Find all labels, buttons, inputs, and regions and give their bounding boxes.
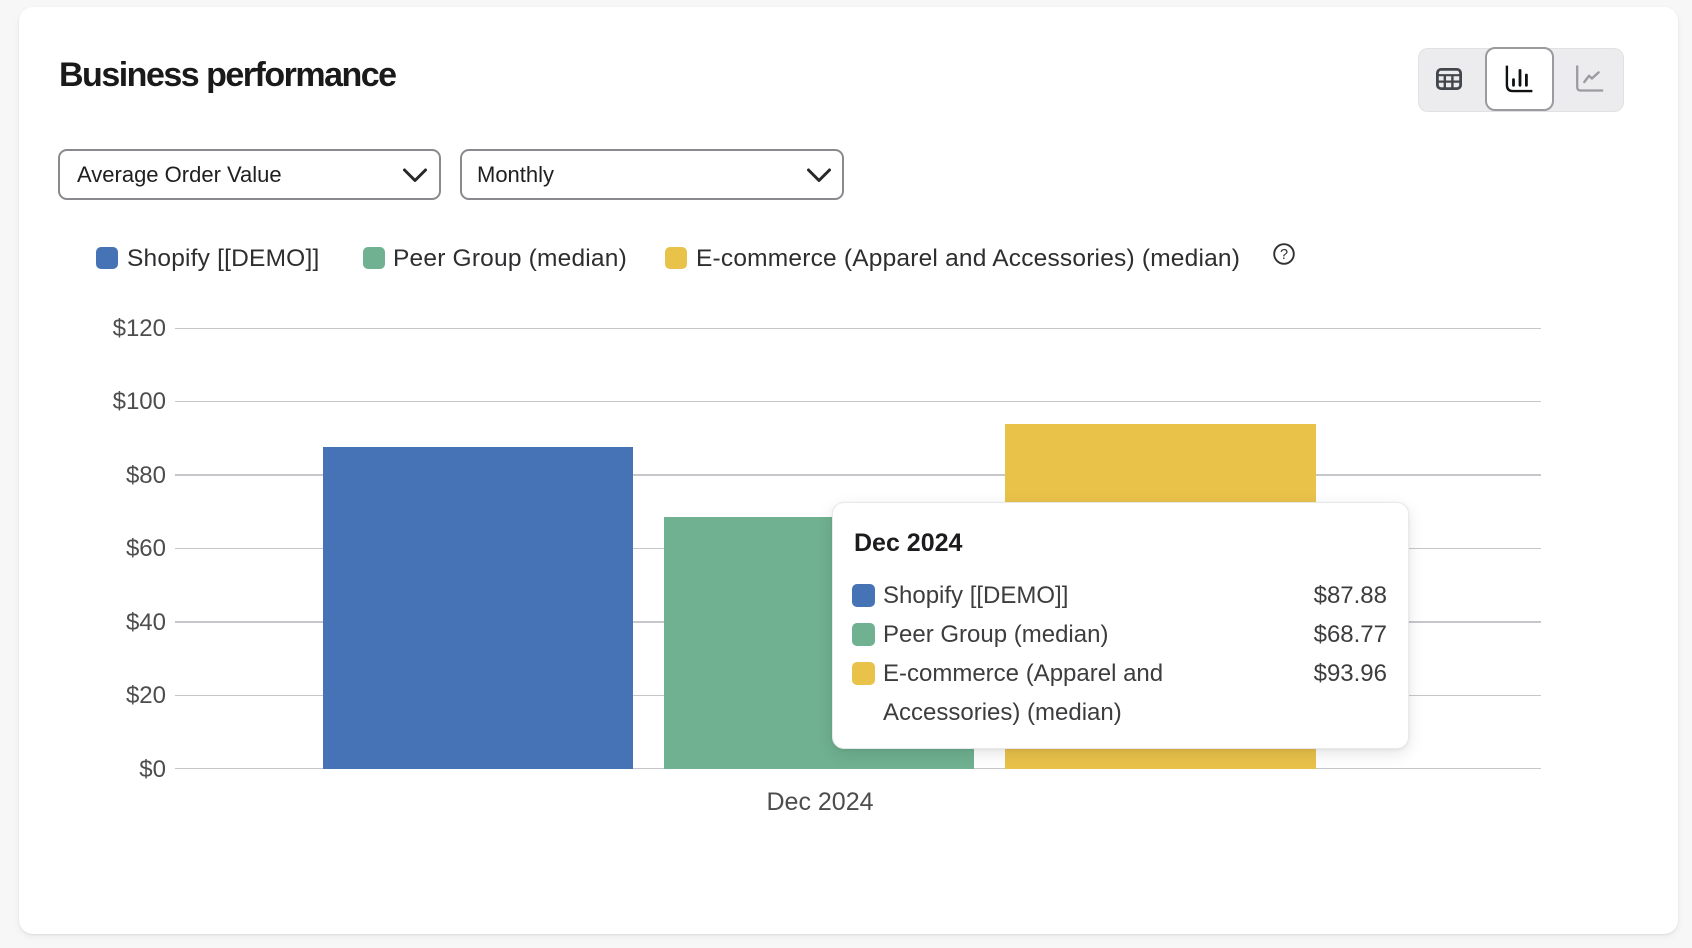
svg-text:?: ?	[1280, 247, 1288, 263]
